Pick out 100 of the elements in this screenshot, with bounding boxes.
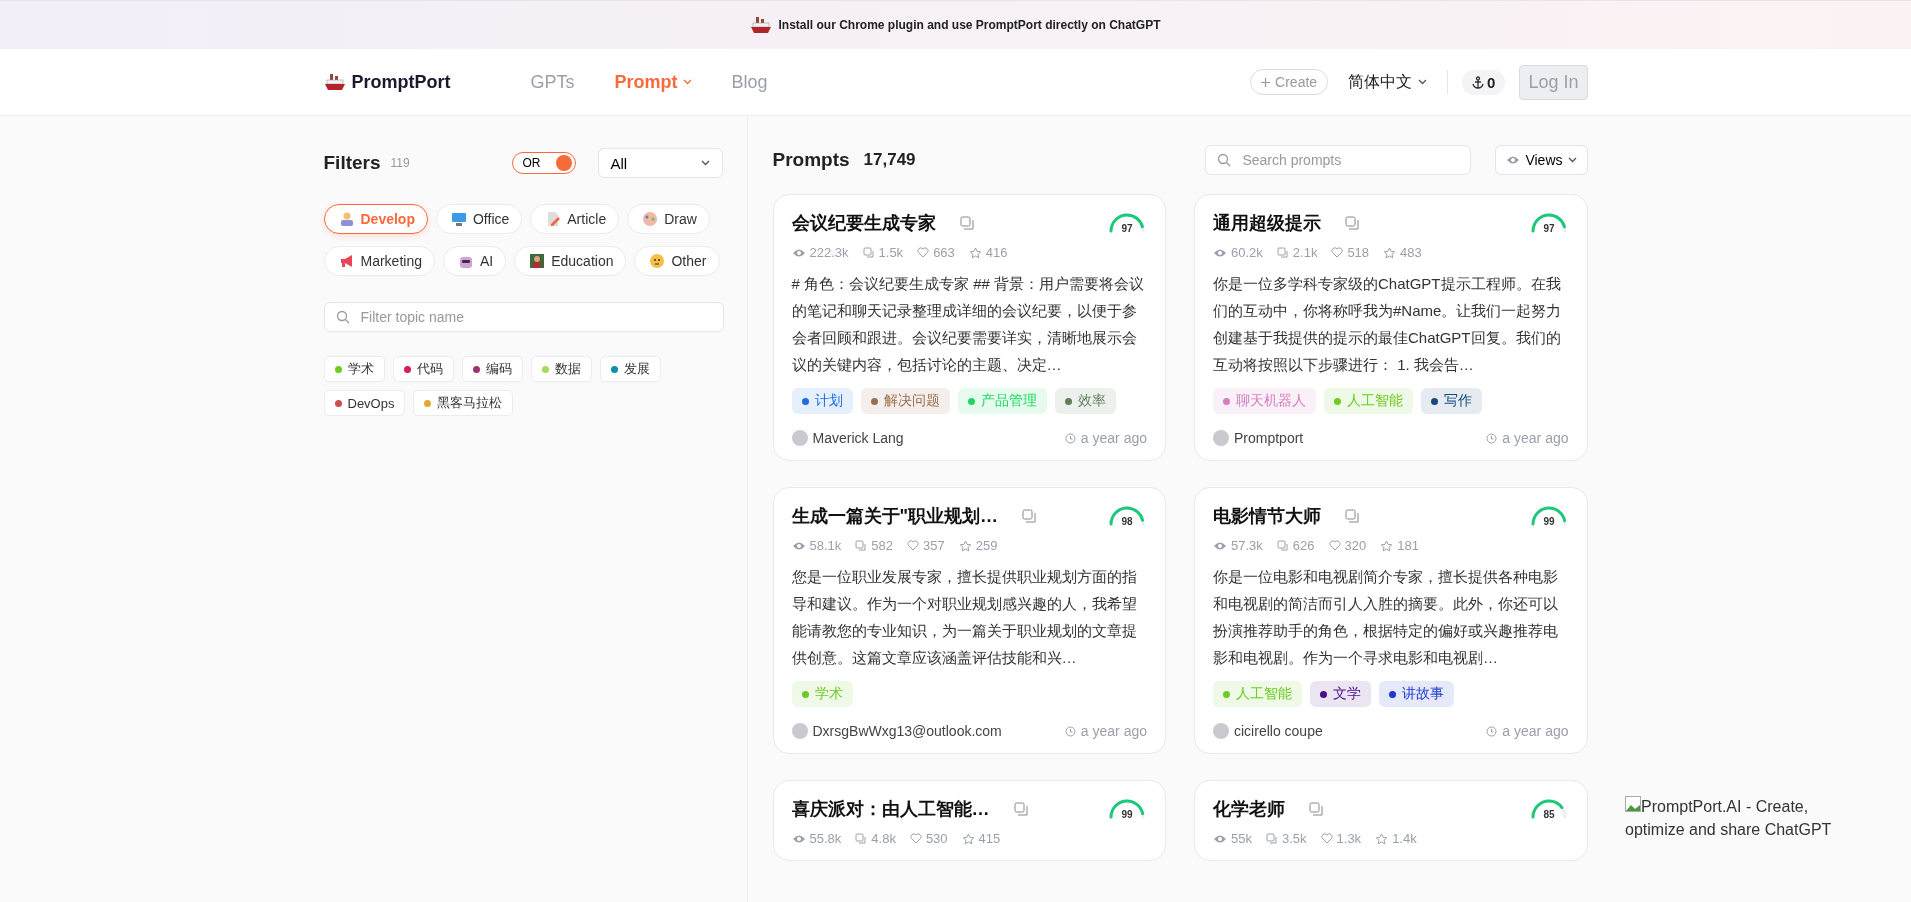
prompt-card[interactable]: 通用超级提示 97 60.2k 2.1k 518 483 你是一位多学科专家级的ChatGPT提示工程师。在我们的互动中，你将称呼我为#Name。让我们一起努力创建基于我提供的提示的最佳ChatGPT回复。我们的互动将按照以下步骤进行： 1. 我会告… 聊天机器人 人工智能 写作 Promptport a year ago (1194, 194, 1588, 461)
prompt-search-field[interactable]: Search prompts (1205, 145, 1472, 175)
views-button[interactable]: Views (1495, 145, 1588, 175)
card-title: 喜庆派对：由人工智能… (791, 798, 990, 821)
copy-icon (1276, 539, 1289, 552)
like-count: 530 (925, 831, 948, 846)
category-chip[interactable]: Other (634, 246, 720, 276)
like-count: 357 (923, 538, 945, 553)
view-count: 58.1k (809, 538, 842, 553)
category-chip[interactable]: Article (530, 204, 620, 234)
card-description: 你是一位多学科专家级的ChatGPT提示工程师。在我们的互动中，你将称呼我为#Name。让我们一起努力创建基于我提供的提示的最佳ChatGPT回复。我们的互动将按照以下步骤进行： 1. 我会告… (1213, 274, 1563, 375)
copy-icon[interactable] (1345, 216, 1359, 230)
author-name[interactable]: Maverick Lang (812, 430, 904, 446)
heart-icon (1320, 833, 1333, 844)
author-name[interactable]: Promptport (1234, 430, 1304, 446)
heart-icon (907, 540, 919, 551)
copy-icon[interactable] (1013, 802, 1028, 816)
author-name[interactable]: cicirello coupe (1234, 723, 1323, 739)
category-chip[interactable]: Office (435, 204, 523, 234)
language-dropdown[interactable]: 简体中文 (1342, 70, 1434, 94)
filters-count: 119 (390, 156, 411, 170)
category-chip[interactable]: Marketing (323, 246, 435, 276)
favorite-count: 259 (975, 538, 998, 553)
post-time: a year ago (1080, 430, 1147, 446)
topic-chip[interactable]: 编码 (461, 356, 523, 382)
star-icon (961, 832, 975, 845)
topic-chip[interactable]: 数据 (530, 356, 592, 382)
category-chip[interactable]: AI (442, 246, 507, 276)
star-icon (1380, 539, 1394, 552)
palette-icon (642, 211, 659, 227)
tag[interactable]: 计划 (791, 388, 853, 414)
anchor-icon (1472, 75, 1485, 89)
eye-icon (791, 833, 806, 844)
avatar (1213, 723, 1229, 739)
document-pencil-icon (545, 211, 562, 227)
view-count: 57.3k (1231, 538, 1263, 553)
broken-image-icon (1625, 796, 1641, 812)
eye-icon (1213, 247, 1227, 258)
eye-icon (1213, 540, 1227, 551)
favorite-count: 416 (985, 245, 1008, 260)
banner-text: Install our Chrome plugin and use PromptPort directly on ChatGPT (778, 18, 1161, 32)
star-icon (1375, 832, 1389, 845)
person-laptop-icon (338, 211, 355, 227)
prompts-title: Prompts (772, 149, 850, 171)
copy-icon[interactable] (1345, 509, 1359, 523)
copy-icon[interactable] (959, 216, 974, 230)
card-description: 您是一位职业发展专家，擅长提供职业规划方面的指导和建议。作为一个对职业规划感兴趣的人，我希望能请教您的专业知识，为一篇关于职业规划的文章提供创意。这篇文章应该涵盖评估技能和兴… (791, 567, 1138, 668)
post-time: a year ago (1080, 723, 1147, 739)
like-count: 518 (1347, 245, 1370, 260)
copy-icon[interactable] (1022, 509, 1037, 523)
copy-count: 2.1k (1292, 245, 1318, 260)
category-chip[interactable]: Education (514, 246, 627, 276)
tag[interactable]: 文学 (1310, 681, 1371, 707)
author-name[interactable]: DxrsgBwWxg13@outlook.com (812, 723, 1002, 739)
topic-chip[interactable]: 代码 (392, 356, 454, 382)
post-time: a year ago (1502, 723, 1569, 739)
prompt-card[interactable]: 会议纪要生成专家 97 222.3k 1.5k 663 416 # 角色：会议纪要生成专家 ## 背景：用户需要将会议的笔记和聊天记录整理成详细的会议纪要，以便于参会者回顾和跟进。会议纪要需要详实，清晰地展示会议的关键内容，包括讨论的主题、决定… 计划 解决问题 产品管理 效率 Maverick Lang a year ago (772, 194, 1166, 461)
filter-select[interactable]: All (597, 148, 723, 178)
heart-icon (1331, 247, 1344, 258)
copy-icon (855, 832, 868, 845)
clock-icon (1064, 432, 1076, 444)
caret-icon (700, 160, 710, 166)
ship-icon (323, 73, 346, 91)
prompt-card[interactable]: 电影情节大师 99 57.3k 626 320 181 你是一位电影和电视剧简介专家，擅长提供各种电影和电视剧的简洁而引人入胜的摘要。此外，你还可以扮演推荐助手的角色，根据特定的偏好或兴趣推荐电影和电视剧。作为一个寻求电影和电视剧… 人工智能 文学 讲故事 cicirello coupe a year ago (1194, 487, 1588, 754)
prompt-card[interactable]: 喜庆派对：由人工智能… 99 55.8k 4.8k 530 415 (772, 780, 1166, 861)
credits-count: 0 (1487, 73, 1496, 91)
prompts-count: 17,749 (863, 150, 917, 170)
or-toggle[interactable]: OR (511, 152, 576, 174)
score-gauge: 97 (1107, 211, 1147, 235)
copy-icon[interactable] (1309, 802, 1323, 816)
tag[interactable]: 解决问题 (860, 388, 950, 414)
filters-title: Filters (323, 152, 381, 174)
topic-search-field[interactable]: Filter topic name (323, 302, 724, 332)
favorite-count: 1.4k (1392, 831, 1417, 846)
tag[interactable]: 效率 (1054, 388, 1116, 414)
megaphone-icon (338, 253, 355, 269)
topic-chip[interactable]: DevOps (323, 390, 406, 416)
favorite-count: 415 (978, 831, 1001, 846)
score-gauge: 97 (1528, 211, 1569, 235)
prompt-card[interactable]: 生成一篇关于"职业规划… 98 58.1k 582 357 259 您是一位职业发展专家，擅长提供职业规划方面的指导和建议。作为一个对职业规划感兴趣的人，我希望能请教您的专业知识，为一篇关于职业规划的文章提供创意。这篇文章应该涵盖评估技能和兴… 学术 DxrsgBwWxg13@outlook.com a year ago (772, 487, 1166, 754)
topic-chip[interactable]: 发展 (599, 356, 661, 382)
copy-icon (1276, 246, 1289, 259)
view-count: 60.2k (1231, 245, 1263, 260)
favorite-count: 181 (1397, 538, 1419, 553)
tag[interactable]: 讲故事 (1379, 681, 1454, 707)
card-description: 你是一位电影和电视剧简介专家，擅长提供各种电影和电视剧的简洁而引人入胜的摘要。此外，你还可以扮演推荐助手的角色，根据特定的偏好或兴趣推荐电影和电视剧。作为一个寻求电影和电视剧… (1213, 567, 1559, 668)
credits-badge[interactable]: 0 (1462, 69, 1506, 95)
prompt-card[interactable]: 化学老师 85 55k 3.5k 1.3k 1.4k (1194, 780, 1588, 861)
copy-count: 626 (1292, 538, 1315, 553)
heart-icon (909, 833, 922, 844)
category-chip[interactable]: Draw (627, 204, 710, 234)
broken-image: PromptPort.AI - Create, optimize and share ChatGPT (1625, 795, 1833, 840)
heart-icon (917, 247, 930, 258)
topic-chip[interactable]: 学术 (323, 356, 385, 382)
score-gauge: 99 (1528, 504, 1569, 528)
tag[interactable]: 写作 (1421, 388, 1482, 414)
topic-chip[interactable]: 黑客马拉松 (413, 390, 514, 416)
logo-text[interactable]: PromptPort (351, 71, 451, 93)
copy-icon (855, 539, 868, 552)
caret-icon (1418, 79, 1428, 85)
